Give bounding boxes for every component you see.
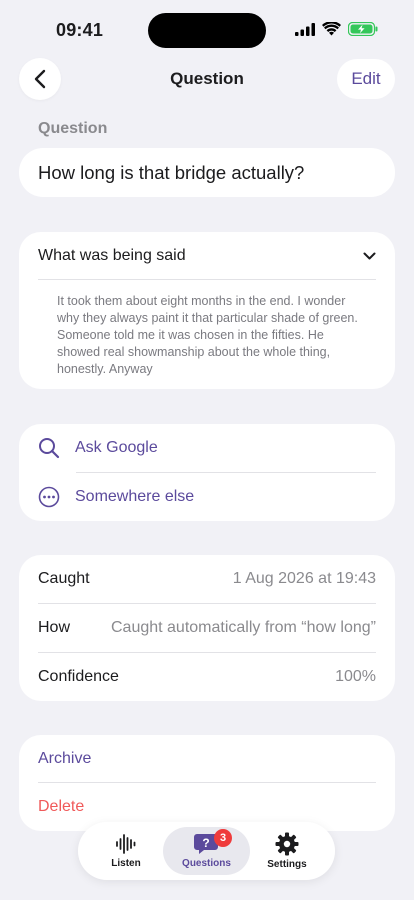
somewhere-else-label: Somewhere else	[75, 488, 195, 505]
context-header-label: What was being said	[38, 246, 186, 264]
info-label: Confidence	[38, 668, 119, 685]
info-value: 100%	[335, 668, 376, 685]
question-text: How long is that bridge actually?	[19, 148, 395, 197]
status-icons	[295, 22, 378, 36]
info-row-how: How Caught automatically from “how long”	[38, 604, 376, 652]
battery-charging-icon	[348, 22, 378, 36]
archive-button[interactable]: Archive	[38, 735, 376, 783]
gear-icon	[275, 832, 299, 856]
info-label: Caught	[38, 570, 90, 587]
tab-label: Questions	[182, 858, 231, 869]
status-bar: 09:41	[0, 0, 414, 60]
wifi-icon	[322, 22, 341, 36]
notification-badge: 3	[214, 829, 232, 847]
context-card: What was being said It took them about e…	[19, 232, 395, 389]
context-disclosure[interactable]: What was being said	[38, 232, 376, 279]
waveform-icon	[116, 834, 136, 854]
question-section-label: Question	[38, 120, 108, 137]
context-transcript: It took them about eight months in the e…	[57, 294, 358, 376]
navigation-bar: Question Edit	[0, 58, 414, 102]
ask-google-label: Ask Google	[75, 439, 158, 456]
status-time: 09:41	[56, 20, 104, 40]
actions-card: Archive Delete	[19, 735, 395, 831]
tab-listen[interactable]: Listen	[94, 827, 158, 875]
tab-bar: Listen ? Questions 3 Settings	[78, 822, 335, 880]
info-row-caught: Caught 1 Aug 2026 at 19:43	[38, 555, 376, 603]
cellular-signal-icon	[295, 22, 315, 36]
tab-label: Settings	[267, 859, 307, 870]
tab-questions[interactable]: ? Questions 3	[163, 827, 250, 875]
ask-google-link[interactable]: Ask Google	[38, 424, 376, 472]
svg-text:?: ?	[202, 836, 209, 850]
dynamic-island	[148, 13, 266, 48]
links-card: Ask Google Somewhere else	[19, 424, 395, 521]
info-value: 1 Aug 2026 at 19:43	[232, 570, 376, 587]
search-icon	[38, 437, 60, 459]
info-label: How	[38, 619, 71, 636]
tab-label: Listen	[111, 858, 141, 869]
details-card: Caught 1 Aug 2026 at 19:43 How Caught au…	[19, 555, 395, 701]
chevron-down-icon	[363, 252, 376, 259]
edit-button[interactable]: Edit	[337, 59, 395, 99]
info-value: Caught automatically from “how long”	[110, 619, 376, 636]
somewhere-else-link[interactable]: Somewhere else	[38, 473, 376, 521]
more-icon	[38, 486, 60, 508]
tab-settings[interactable]: Settings	[255, 827, 319, 875]
divider	[38, 279, 376, 280]
info-row-confidence: Confidence 100%	[38, 653, 376, 701]
